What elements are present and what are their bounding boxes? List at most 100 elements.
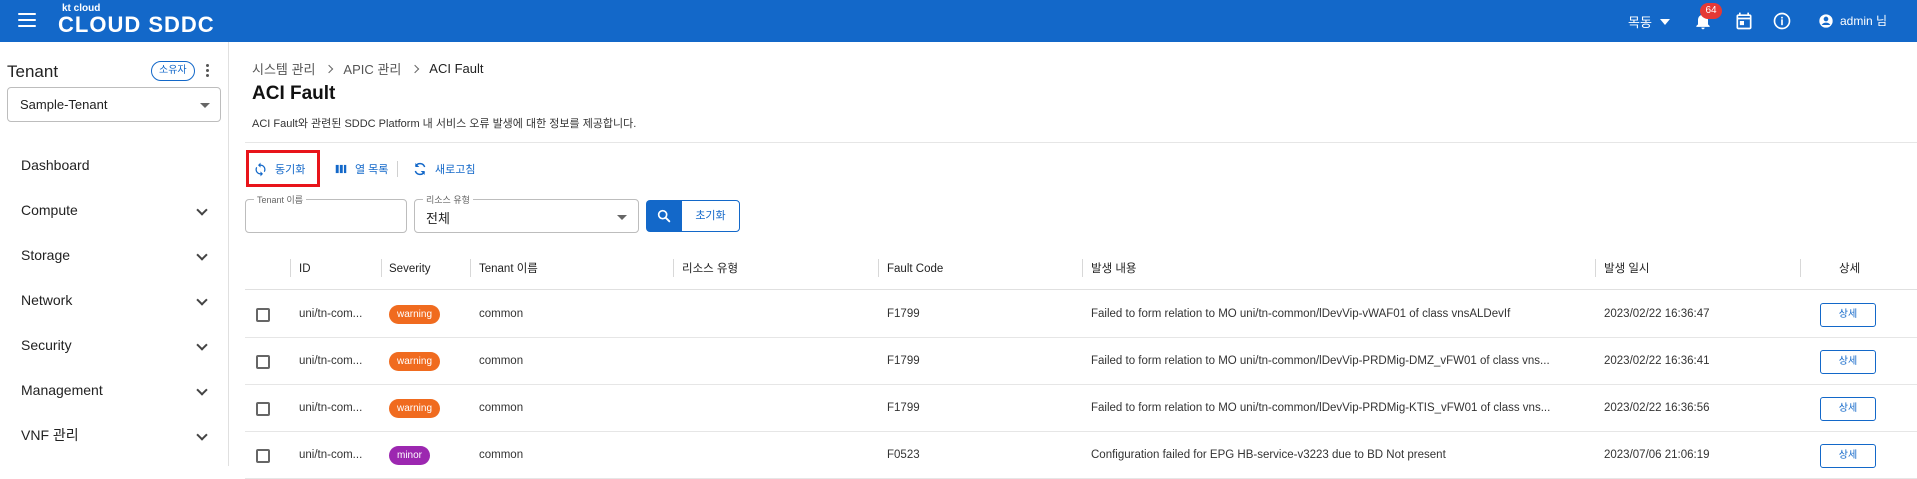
chevron-right-icon <box>325 64 334 73</box>
cell-tenant: common <box>479 402 524 414</box>
column-separator <box>878 259 879 277</box>
columns-label: 열 목록 <box>355 164 389 176</box>
column-header-time[interactable]: 발생 일시 <box>1604 248 1650 290</box>
sidebar-item-dashboard[interactable]: Dashboard <box>0 145 228 185</box>
cell-tenant: common <box>479 449 524 461</box>
table-header: ID Severity Tenant 이름 리소스 유형 Fault Code … <box>245 248 1917 290</box>
refresh-button[interactable]: 새로고침 <box>412 158 475 180</box>
cell-time: 2023/02/22 16:36:41 <box>1604 355 1710 367</box>
column-header-severity[interactable]: Severity <box>389 248 431 290</box>
view-column-icon <box>335 164 347 174</box>
breadcrumb: 시스템 관리 APIC 관리 ACI Fault <box>252 59 483 78</box>
page-title: ACI Fault <box>252 83 336 104</box>
sidebar-item-storage[interactable]: Storage <box>0 235 228 275</box>
cell-id: uni/tn-com... <box>299 308 363 320</box>
cell-id: uni/tn-com... <box>299 449 363 461</box>
columns-button[interactable]: 열 목록 <box>334 158 388 180</box>
severity-badge: warning <box>389 399 441 418</box>
cell-content: Configuration failed for EPG HB-service-… <box>1091 449 1446 461</box>
sidebar-item-label: Management <box>21 382 103 398</box>
tenant-title: Tenant <box>7 62 59 81</box>
chevron-right-icon <box>411 64 420 73</box>
calendar-icon[interactable] <box>1734 11 1754 31</box>
row-checkbox[interactable] <box>256 402 270 416</box>
column-header-id[interactable]: ID <box>299 248 311 290</box>
table-row[interactable]: uni/tn-com... warning common F1799 Faile… <box>245 385 1917 432</box>
tenant-name-label: Tenant 이름 <box>254 193 307 206</box>
sidebar-item-label: Dashboard <box>21 157 90 173</box>
divider <box>245 142 1917 143</box>
chevron-down-icon <box>196 294 208 306</box>
sidebar-item-label: Network <box>21 292 73 308</box>
row-checkbox[interactable] <box>256 355 270 369</box>
page-description: ACI Fault와 관련된 SDDC Platform 내 서비스 오류 발생… <box>252 118 637 130</box>
cell-tenant: common <box>479 355 524 367</box>
sidebar-item-label: Security <box>21 337 72 353</box>
breadcrumb-item[interactable]: APIC 관리 <box>343 59 401 78</box>
tenant-select[interactable]: Sample-Tenant <box>7 87 221 122</box>
row-checkbox[interactable] <box>256 449 270 463</box>
severity-badge: warning <box>389 305 441 324</box>
cell-content: Failed to form relation to MO uni/tn-com… <box>1091 308 1511 320</box>
tenant-name-input[interactable]: Tenant 이름 <box>245 193 407 233</box>
table-row[interactable]: uni/tn-com... minor common F0523 Configu… <box>245 432 1917 479</box>
more-vert-icon[interactable] <box>201 64 213 80</box>
sidebar-item-compute[interactable]: Compute <box>0 190 228 230</box>
column-header-detail: 상세 <box>1839 263 1861 275</box>
sidebar-item-security[interactable]: Security <box>0 325 228 365</box>
detail-button[interactable]: 상세 <box>1820 444 1876 468</box>
cell-id: uni/tn-com... <box>299 402 363 414</box>
detail-button[interactable]: 상세 <box>1820 303 1876 327</box>
resource-type-select[interactable]: 리소스 유형 전체 <box>414 193 639 233</box>
column-header-tenant[interactable]: Tenant 이름 <box>479 248 538 290</box>
column-header-content[interactable]: 발생 내용 <box>1091 248 1137 290</box>
resource-type-label: 리소스 유형 <box>423 193 473 206</box>
resource-type-value: 전체 <box>426 211 450 226</box>
region-selector[interactable]: 목동 <box>1628 12 1670 31</box>
refresh-label: 새로고침 <box>435 164 476 176</box>
refresh-icon <box>414 162 426 176</box>
breadcrumb-item[interactable]: 시스템 관리 <box>252 59 315 78</box>
chevron-down-icon <box>196 249 208 261</box>
column-header-resource[interactable]: 리소스 유형 <box>682 248 738 290</box>
cell-content: Failed to form relation to MO uni/tn-com… <box>1091 355 1550 367</box>
row-checkbox[interactable] <box>256 308 270 322</box>
column-separator <box>1595 259 1596 277</box>
chevron-down-icon <box>196 339 208 351</box>
info-icon[interactable] <box>1772 11 1792 31</box>
sidebar-item-network[interactable]: Network <box>0 280 228 320</box>
region-label: 목동 <box>1628 15 1652 30</box>
caret-down-icon <box>200 103 210 108</box>
sync-highlight-box <box>246 150 320 187</box>
chevron-down-icon <box>196 204 208 216</box>
breadcrumb-current: ACI Fault <box>429 61 484 76</box>
reset-button[interactable]: 초기화 <box>681 200 740 232</box>
column-separator <box>673 259 674 277</box>
cell-time: 2023/02/22 16:36:56 <box>1604 402 1710 414</box>
logo[interactable]: kt cloud CLOUD SDDC <box>58 4 215 36</box>
chevron-down-icon <box>196 429 208 441</box>
table-row[interactable]: uni/tn-com... warning common F1799 Faile… <box>245 291 1917 338</box>
sidebar-item-vnf[interactable]: VNF 관리 <box>0 415 228 455</box>
sidebar-item-management[interactable]: Management <box>0 370 228 410</box>
search-button[interactable] <box>646 200 681 232</box>
severity-badge: warning <box>389 352 441 371</box>
column-separator <box>470 259 471 277</box>
cell-content: Failed to form relation to MO uni/tn-com… <box>1091 402 1551 414</box>
toolbar-divider <box>397 161 398 177</box>
user-menu[interactable]: admin 님 <box>1818 12 1887 29</box>
logo-text: CLOUD SDDC <box>58 12 215 37</box>
sidebar-item-label: Compute <box>21 202 78 218</box>
cell-fault-code: F1799 <box>887 355 920 367</box>
menu-icon[interactable] <box>18 13 36 29</box>
detail-button[interactable]: 상세 <box>1820 397 1876 421</box>
sidebar-item-label: VNF 관리 <box>21 427 79 443</box>
cell-time: 2023/02/22 16:36:47 <box>1604 308 1710 320</box>
cell-fault-code: F0523 <box>887 449 920 461</box>
column-header-fault-code[interactable]: Fault Code <box>887 248 943 290</box>
detail-button[interactable]: 상세 <box>1820 350 1876 374</box>
severity-badge: minor <box>389 446 431 465</box>
owner-chip: 소유자 <box>151 61 195 81</box>
top-bar: kt cloud CLOUD SDDC 목동 64 admin 님 <box>0 0 1917 42</box>
table-row[interactable]: uni/tn-com... warning common F1799 Faile… <box>245 338 1917 385</box>
